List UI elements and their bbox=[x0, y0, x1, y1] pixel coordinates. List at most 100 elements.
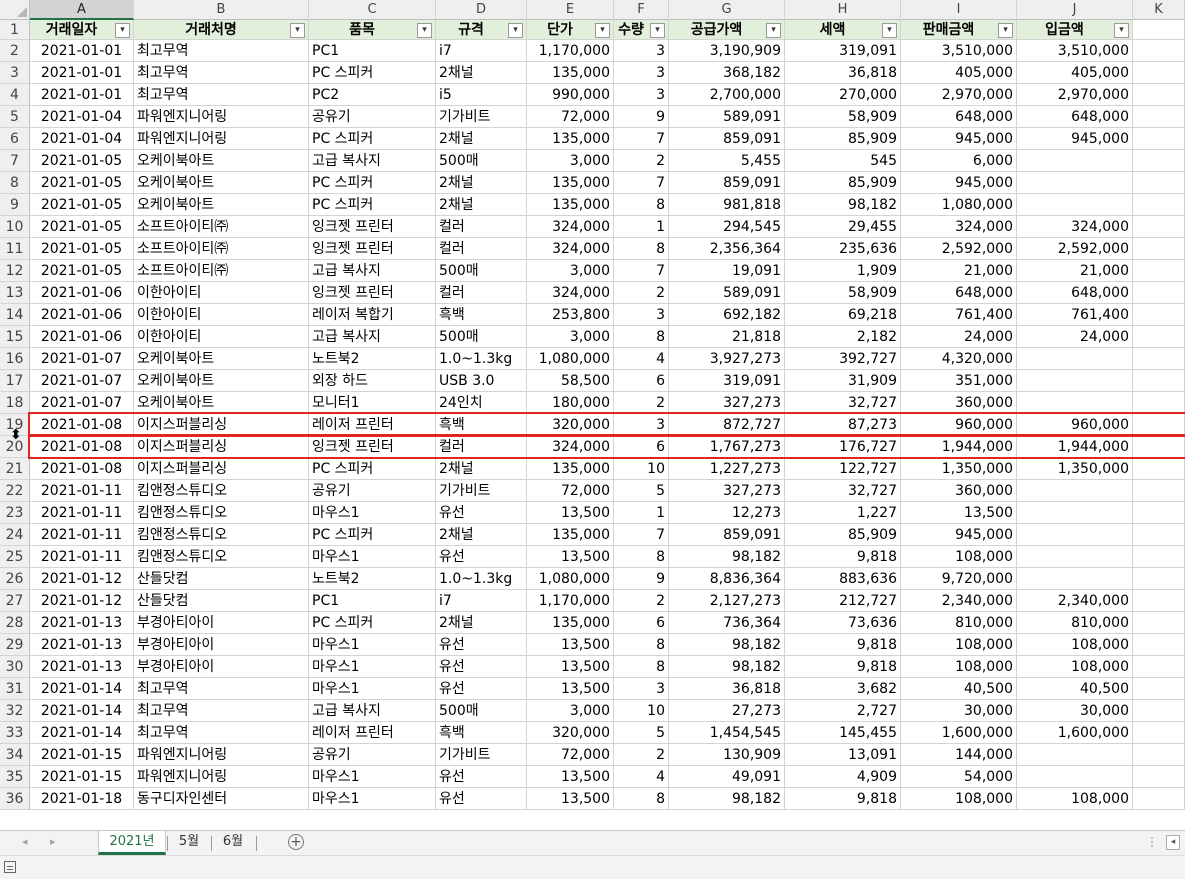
table-cell[interactable]: 소프트아이티㈜ bbox=[134, 260, 309, 282]
table-cell[interactable]: 49,091 bbox=[669, 766, 785, 788]
sheet-tab[interactable]: 2021년 bbox=[98, 831, 166, 855]
table-cell[interactable]: 108,000 bbox=[901, 546, 1017, 568]
table-cell[interactable]: 135,000 bbox=[527, 524, 614, 546]
table-cell[interactable]: 2021-01-11 bbox=[30, 524, 134, 546]
header-cell[interactable]: 단가 ▾ bbox=[527, 20, 614, 40]
table-cell[interactable]: 2021-01-04 bbox=[30, 128, 134, 150]
table-cell[interactable]: 19,091 bbox=[669, 260, 785, 282]
filter-dropdown-icon[interactable]: ▾ bbox=[290, 23, 305, 38]
table-cell[interactable]: 2021-01-05 bbox=[30, 216, 134, 238]
table-cell[interactable]: 108,000 bbox=[1017, 634, 1133, 656]
table-cell[interactable]: 6,000 bbox=[901, 150, 1017, 172]
row-number[interactable]: 36 bbox=[0, 788, 30, 810]
table-cell[interactable]: 13,500 bbox=[527, 546, 614, 568]
table-cell[interactable]: 잉크젯 프린터 bbox=[309, 436, 436, 458]
table-cell[interactable]: 72,000 bbox=[527, 480, 614, 502]
table-cell[interactable]: 9,818 bbox=[785, 788, 901, 810]
table-cell[interactable]: 4,320,000 bbox=[901, 348, 1017, 370]
table-cell[interactable]: 유선 bbox=[436, 788, 527, 810]
table-cell[interactable]: i5 bbox=[436, 84, 527, 106]
row-number[interactable]: 35 bbox=[0, 766, 30, 788]
table-cell[interactable]: 이한아이티 bbox=[134, 304, 309, 326]
table-cell[interactable]: 레이저 프린터 bbox=[309, 414, 436, 436]
filter-dropdown-icon[interactable]: ▾ bbox=[508, 23, 523, 38]
table-cell[interactable]: 883,636 bbox=[785, 568, 901, 590]
header-cell[interactable]: 거래일자 ▾ bbox=[30, 20, 134, 40]
table-cell[interactable]: 320,000 bbox=[527, 722, 614, 744]
row-number[interactable]: 30 bbox=[0, 656, 30, 678]
empty-cell[interactable] bbox=[1133, 348, 1185, 370]
table-cell[interactable]: 98,182 bbox=[669, 656, 785, 678]
table-cell[interactable]: 9 bbox=[614, 568, 669, 590]
header-cell[interactable]: 규격 ▾ bbox=[436, 20, 527, 40]
table-cell[interactable]: 405,000 bbox=[1017, 62, 1133, 84]
row-number[interactable]: 5 bbox=[0, 106, 30, 128]
table-cell[interactable]: 산들닷컴 bbox=[134, 590, 309, 612]
table-cell[interactable]: 파워엔지니어링 bbox=[134, 106, 309, 128]
table-cell[interactable]: 레이저 프린터 bbox=[309, 722, 436, 744]
table-cell[interactable]: 오케이북아트 bbox=[134, 172, 309, 194]
table-cell[interactable]: 부경아티아이 bbox=[134, 656, 309, 678]
table-cell[interactable]: 최고무역 bbox=[134, 678, 309, 700]
table-cell[interactable]: 270,000 bbox=[785, 84, 901, 106]
table-cell[interactable]: 1,170,000 bbox=[527, 40, 614, 62]
table-cell[interactable]: 135,000 bbox=[527, 128, 614, 150]
table-cell[interactable]: 648,000 bbox=[1017, 106, 1133, 128]
table-cell[interactable]: 이한아이티 bbox=[134, 282, 309, 304]
empty-cell[interactable] bbox=[1133, 458, 1185, 480]
table-cell[interactable]: 145,455 bbox=[785, 722, 901, 744]
table-cell[interactable]: 58,909 bbox=[785, 106, 901, 128]
table-cell[interactable]: 4 bbox=[614, 766, 669, 788]
empty-cell[interactable] bbox=[1133, 194, 1185, 216]
table-cell[interactable]: 500매 bbox=[436, 700, 527, 722]
row-number[interactable]: 29 bbox=[0, 634, 30, 656]
table-cell[interactable]: 500매 bbox=[436, 150, 527, 172]
table-cell[interactable]: 2021-01-14 bbox=[30, 722, 134, 744]
table-cell[interactable]: 72,000 bbox=[527, 106, 614, 128]
table-cell[interactable]: 960,000 bbox=[901, 414, 1017, 436]
table-cell[interactable]: 파워엔지니어링 bbox=[134, 128, 309, 150]
table-cell[interactable]: 692,182 bbox=[669, 304, 785, 326]
table-cell[interactable]: 810,000 bbox=[901, 612, 1017, 634]
table-cell[interactable]: 컬러 bbox=[436, 282, 527, 304]
table-cell[interactable]: 5 bbox=[614, 480, 669, 502]
table-cell[interactable]: 유선 bbox=[436, 634, 527, 656]
table-cell[interactable]: 9 bbox=[614, 106, 669, 128]
table-cell[interactable] bbox=[1017, 194, 1133, 216]
table-cell[interactable]: 기가비트 bbox=[436, 480, 527, 502]
row-number[interactable]: 9 bbox=[0, 194, 30, 216]
empty-cell[interactable] bbox=[1133, 326, 1185, 348]
row-number[interactable]: 21 bbox=[0, 458, 30, 480]
table-cell[interactable]: 2021-01-04 bbox=[30, 106, 134, 128]
table-cell[interactable] bbox=[1017, 502, 1133, 524]
table-cell[interactable]: 351,000 bbox=[901, 370, 1017, 392]
table-cell[interactable]: 235,636 bbox=[785, 238, 901, 260]
empty-cell[interactable] bbox=[1133, 612, 1185, 634]
table-cell[interactable]: 2021-01-01 bbox=[30, 62, 134, 84]
column-header-d[interactable]: D bbox=[436, 0, 527, 20]
table-cell[interactable]: 98,182 bbox=[785, 194, 901, 216]
table-cell[interactable]: 2021-01-08 bbox=[30, 414, 134, 436]
table-cell[interactable]: 122,727 bbox=[785, 458, 901, 480]
table-cell[interactable]: 8,836,364 bbox=[669, 568, 785, 590]
row-number[interactable]: 28 bbox=[0, 612, 30, 634]
table-cell[interactable]: 2,592,000 bbox=[1017, 238, 1133, 260]
table-cell[interactable]: 13,500 bbox=[527, 634, 614, 656]
table-cell[interactable]: 최고무역 bbox=[134, 62, 309, 84]
table-cell[interactable]: 990,000 bbox=[527, 84, 614, 106]
table-cell[interactable]: 2021-01-14 bbox=[30, 678, 134, 700]
table-cell[interactable]: 파워엔지니어링 bbox=[134, 766, 309, 788]
filter-dropdown-icon[interactable]: ▾ bbox=[595, 23, 610, 38]
row-number[interactable]: 12 bbox=[0, 260, 30, 282]
table-cell[interactable]: 2021-01-15 bbox=[30, 744, 134, 766]
table-cell[interactable]: 1,080,000 bbox=[527, 568, 614, 590]
table-cell[interactable]: 3 bbox=[614, 84, 669, 106]
table-cell[interactable]: 최고무역 bbox=[134, 700, 309, 722]
row-number[interactable]: 31 bbox=[0, 678, 30, 700]
table-cell[interactable]: 8 bbox=[614, 238, 669, 260]
empty-cell[interactable] bbox=[1133, 502, 1185, 524]
table-cell[interactable]: 736,364 bbox=[669, 612, 785, 634]
table-cell[interactable]: 6 bbox=[614, 436, 669, 458]
filter-dropdown-icon[interactable]: ▾ bbox=[115, 23, 130, 38]
column-header-j[interactable]: J bbox=[1017, 0, 1133, 20]
